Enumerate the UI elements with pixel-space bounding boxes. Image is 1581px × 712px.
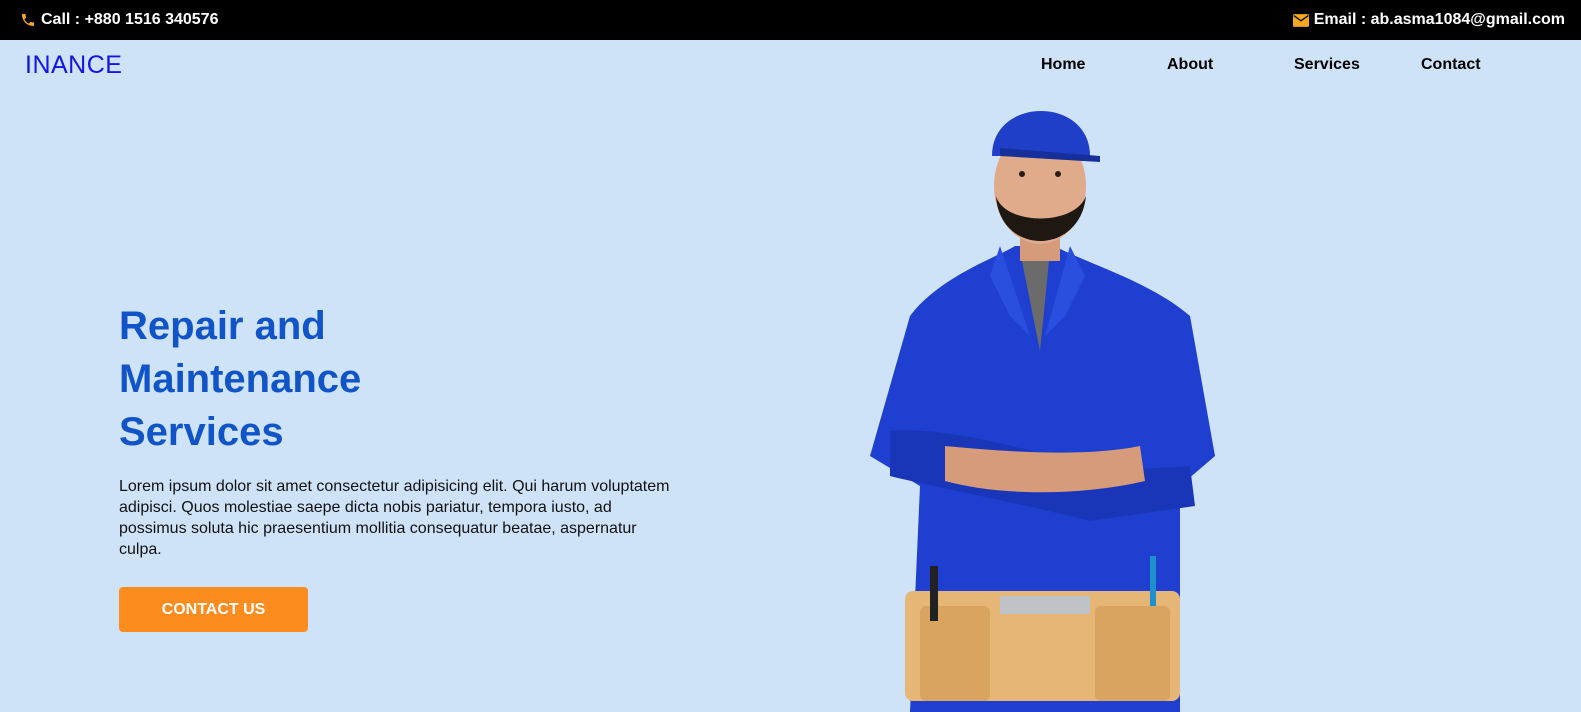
hero-description: Lorem ipsum dolor sit amet consectetur a…: [119, 478, 670, 558]
main-nav: Home About Services Contact: [0, 56, 1581, 76]
top-contact-bar: Call : +880 1516 340576 Email : ab.asma1…: [0, 0, 1581, 40]
nav-about[interactable]: About: [1167, 56, 1213, 74]
call-info[interactable]: Call : +880 1516 340576: [20, 11, 218, 29]
nav-home[interactable]: Home: [1041, 56, 1085, 74]
phone-icon: [20, 12, 36, 28]
nav-contact[interactable]: Contact: [1421, 56, 1481, 74]
repairman-photo: [870, 111, 1215, 712]
call-text: Call : +880 1516 340576: [41, 11, 219, 28]
envelope-icon: [1292, 13, 1309, 27]
hero-title: Repair and Maintenance Services: [119, 304, 362, 454]
contact-us-button[interactable]: CONTACT US: [119, 587, 308, 632]
nav-services[interactable]: Services: [1294, 56, 1360, 74]
email-info[interactable]: Email : ab.asma1084@gmail.com: [1292, 11, 1565, 29]
email-text: Email : ab.asma1084@gmail.com: [1313, 11, 1565, 28]
